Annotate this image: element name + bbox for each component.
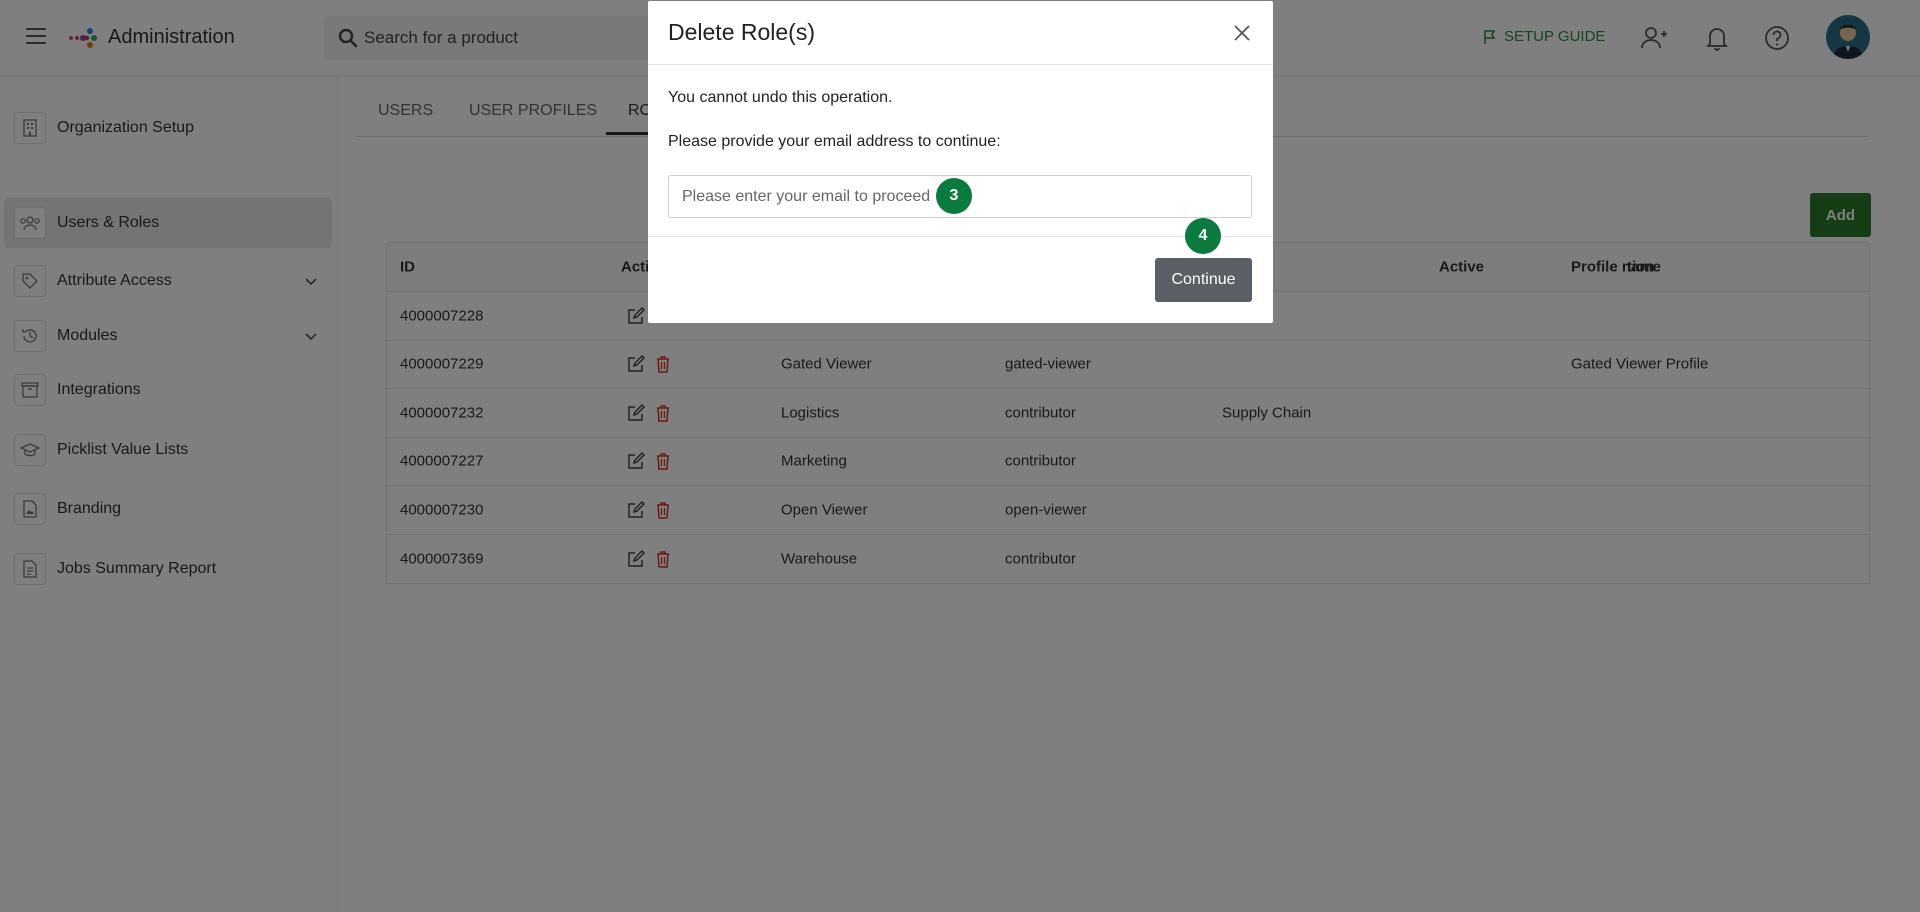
delete-roles-dialog: Delete Role(s) You cannot undo this oper… [648,1,1273,323]
dialog-header: Delete Role(s) [648,1,1273,65]
dialog-title: Delete Role(s) [668,19,815,45]
email-prompt: Please provide your email address to con… [668,133,1001,150]
step-badge-4: 4 [1185,218,1221,254]
dialog-body: You cannot undo this operation. Please p… [648,65,1273,237]
step-badge-3: 3 [936,178,972,214]
warning-text: You cannot undo this operation. [668,89,893,106]
close-icon[interactable] [1233,24,1251,42]
continue-button[interactable]: Continue [1155,258,1252,302]
